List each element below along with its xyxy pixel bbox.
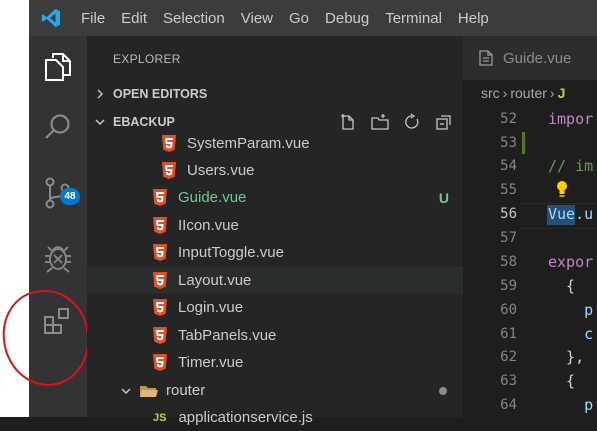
folder-label: EBACKUP <box>113 115 175 129</box>
open-editors-label: OPEN EDITORS <box>113 87 208 101</box>
line-number: 61 <box>500 326 517 342</box>
file-name: Timer.vue <box>178 354 244 371</box>
code-line[interactable]: { <box>548 277 575 295</box>
chevron-right-icon <box>87 89 113 99</box>
js-icon: JS <box>153 411 167 424</box>
file-item-guide[interactable]: Guide.vue U <box>87 184 463 211</box>
file-item[interactable]: TabPanels.vue <box>87 322 463 349</box>
file-item[interactable]: SystemParam.vue <box>87 130 463 157</box>
folder-name: router <box>166 382 206 399</box>
code-line[interactable]: expor <box>548 253 593 271</box>
line-number: 62 <box>500 349 517 365</box>
explorer-icon[interactable] <box>29 42 87 92</box>
tab-label: Guide.vue <box>503 49 572 67</box>
breadcrumb-router[interactable]: router <box>510 85 547 101</box>
line-number: 52 <box>500 111 517 127</box>
source-control-icon[interactable]: 48 <box>29 168 87 218</box>
html5-icon <box>153 189 167 206</box>
chevron-down-icon <box>87 117 113 127</box>
line-number: 64 <box>500 397 517 413</box>
html5-icon <box>153 272 167 289</box>
html5-icon <box>153 327 167 344</box>
git-gutter-added <box>522 132 525 154</box>
code-line[interactable]: { <box>548 372 575 390</box>
file-item[interactable]: Timer.vue <box>87 349 463 376</box>
code-line[interactable]: c <box>548 325 593 343</box>
line-number: 54 <box>500 158 517 174</box>
explorer-panel: EXPLORER OPEN EDITORS EBACKUP SystemPara… <box>87 36 463 426</box>
untracked-badge: U <box>438 189 449 206</box>
chevron-right-icon: › <box>502 85 508 101</box>
lightbulb-icon[interactable] <box>555 180 569 202</box>
search-icon[interactable] <box>29 102 87 152</box>
menu-terminal[interactable]: Terminal <box>377 10 450 27</box>
line-number: 60 <box>500 302 517 318</box>
menu-view[interactable]: View <box>233 10 281 27</box>
file-name: Login.vue <box>178 299 244 316</box>
line-number: 59 <box>500 278 517 294</box>
file-item[interactable]: Users.vue <box>87 157 463 184</box>
modified-dot <box>439 386 447 395</box>
menu-help[interactable]: Help <box>450 10 497 27</box>
line-number: 58 <box>500 254 517 270</box>
code-line[interactable]: impor <box>548 110 593 128</box>
folder-open-icon <box>140 385 158 397</box>
folder-item-router[interactable]: router <box>87 377 463 404</box>
open-editors-section[interactable]: OPEN EDITORS <box>87 81 463 107</box>
file-name: InputToggle.vue <box>178 244 284 261</box>
breadcrumb-js-icon[interactable]: J <box>558 85 566 101</box>
line-number-current: 56 <box>500 206 517 222</box>
menu-file[interactable]: File <box>73 10 113 27</box>
breadcrumb-src[interactable]: src <box>481 85 500 101</box>
code-line[interactable]: p <box>548 301 593 319</box>
code-line[interactable]: }, <box>548 348 584 366</box>
file-icon <box>479 50 493 66</box>
editor-tab-bar: Guide.vue <box>463 36 597 80</box>
menu-debug[interactable]: Debug <box>317 10 377 27</box>
html5-icon <box>153 244 167 261</box>
menu-bar: File Edit Selection View Go Debug Termin… <box>29 0 597 36</box>
file-item[interactable]: Login.vue <box>87 294 463 321</box>
tab-guide-vue[interactable]: Guide.vue <box>463 36 597 80</box>
html5-icon <box>153 217 167 234</box>
source-control-badge: 48 <box>60 188 80 205</box>
file-name: IIcon.vue <box>178 217 239 234</box>
explorer-title: EXPLORER <box>113 52 181 66</box>
menu-go[interactable]: Go <box>281 10 317 27</box>
vscode-logo-icon <box>29 0 73 36</box>
file-name: Users.vue <box>187 162 255 179</box>
html5-icon <box>153 354 167 371</box>
file-name: applicationservice.js <box>178 409 313 426</box>
line-number: 63 <box>500 373 517 389</box>
code-line-current[interactable]: Vue.u <box>548 205 593 223</box>
chevron-right-icon: › <box>549 85 555 101</box>
line-number: 55 <box>500 182 517 198</box>
file-item-partial[interactable]: JS applicationservice.js <box>87 404 463 431</box>
html5-icon <box>153 299 167 316</box>
file-name: Guide.vue <box>178 189 247 206</box>
code-line[interactable]: p <box>548 396 593 414</box>
file-item-hovered[interactable]: Layout.vue <box>87 267 463 294</box>
file-name: Layout.vue <box>178 272 252 289</box>
html5-icon <box>162 135 176 152</box>
line-number: 53 <box>500 135 517 151</box>
code-comment[interactable]: // im <box>548 157 593 175</box>
file-name: SystemParam.vue <box>187 135 310 152</box>
file-item[interactable]: InputToggle.vue <box>87 239 463 266</box>
file-name: TabPanels.vue <box>178 327 277 344</box>
line-number: 57 <box>500 230 517 246</box>
breadcrumb: src › router › J <box>463 80 597 106</box>
menu-selection[interactable]: Selection <box>155 10 233 27</box>
chevron-down-icon <box>121 388 131 394</box>
debug-icon[interactable] <box>29 232 87 282</box>
html5-icon <box>162 162 176 179</box>
menu-edit[interactable]: Edit <box>113 10 155 27</box>
file-item[interactable]: IIcon.vue <box>87 212 463 239</box>
